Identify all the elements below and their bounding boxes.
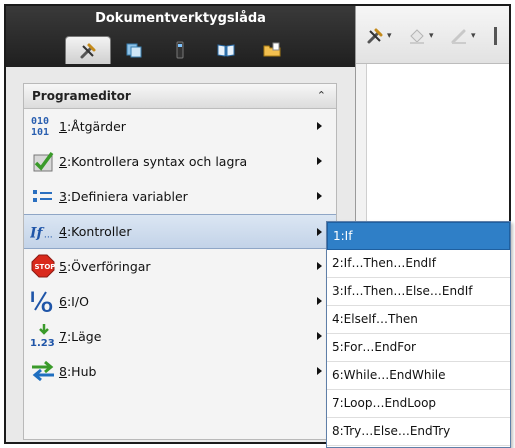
- submenu-item-if[interactable]: 1:If: [327, 222, 510, 250]
- tab-tools[interactable]: [65, 36, 111, 64]
- mode-icon: 1.23: [30, 324, 56, 349]
- menu-item-label: 6:I/O: [59, 293, 89, 309]
- hub-icon: [30, 359, 56, 383]
- check-syntax-icon: [30, 149, 56, 173]
- submenu-arrow-icon: [317, 192, 322, 200]
- tools-icon: [80, 43, 96, 58]
- svg-text:101: 101: [31, 127, 49, 137]
- menu-item-label: 2:Kontrollera syntax och lagra: [59, 153, 248, 169]
- more-icon: [494, 27, 497, 45]
- chevron-down-icon: ▾: [429, 31, 434, 41]
- menu-item-define-variables[interactable]: 3:Definiera variabler: [24, 179, 336, 214]
- svg-text:010: 010: [31, 116, 49, 127]
- controls-submenu: 1:If 2:If…Then…EndIf 3:If…Then…Else…EndI…: [326, 221, 511, 448]
- menu-item-label: 8:Hub: [59, 363, 97, 379]
- paint-bucket-icon: [410, 29, 424, 44]
- submenu-item-for-endfor[interactable]: 5:For…EndFor: [327, 334, 510, 362]
- section-title: Programeditor: [32, 89, 131, 103]
- io-icon: I O: [30, 289, 56, 314]
- menu-item-controls[interactable]: If ... 4:Kontroller: [24, 214, 336, 249]
- svg-text:O: O: [41, 300, 53, 314]
- binary-icon: 010 101: [30, 114, 56, 138]
- program-editor-section: Programeditor ⌃ 010 101 1:Åtgärder 2:Kon…: [23, 83, 337, 440]
- menu-item-io[interactable]: I O 6:I/O: [24, 284, 336, 319]
- collapse-icon[interactable]: ⌃: [317, 89, 326, 102]
- stop-icon: STOP: [30, 254, 56, 278]
- book-icon: [217, 44, 235, 57]
- if-control-icon: If ...: [30, 220, 56, 244]
- svg-text:...: ...: [44, 229, 53, 240]
- toolbar-more-button[interactable]: [494, 26, 497, 46]
- menu-item-mode[interactable]: 1.23 7:Läge: [24, 319, 336, 354]
- calculator-icon: [176, 41, 184, 59]
- pencil-icon: [451, 29, 466, 44]
- submenu-item-if-then-else-endif[interactable]: 3:If…Then…Else…EndIf: [327, 278, 510, 306]
- submenu-item-elseif-then[interactable]: 4:ElseIf…Then: [327, 306, 510, 334]
- menu-item-actions[interactable]: 010 101 1:Åtgärder: [24, 109, 336, 144]
- svg-text:If: If: [30, 225, 45, 241]
- program-editor-menu: 010 101 1:Åtgärder 2:Kontrollera syntax …: [24, 109, 336, 389]
- menu-item-label: 1:Åtgärder: [59, 118, 126, 134]
- submenu-item-try-else-endtry[interactable]: 8:Try…Else…EndTry: [327, 418, 510, 446]
- menu-item-label: 4:Kontroller: [59, 224, 132, 239]
- document-toolbar: ▾ ▾ ▾: [356, 6, 509, 64]
- menu-item-label: 7:Läge: [59, 328, 102, 344]
- define-variables-icon: [30, 184, 56, 208]
- menu-item-label: 3:Definiera variabler: [59, 188, 188, 204]
- catalog-icon: [126, 43, 142, 58]
- submenu-arrow-icon: [317, 332, 322, 340]
- tab-book[interactable]: [203, 36, 249, 64]
- submenu-item-loop-endloop[interactable]: 7:Loop…EndLoop: [327, 390, 510, 418]
- line-color-dropdown-button[interactable]: ▾: [450, 26, 476, 46]
- document-toolbox: Dokumentverktygslåda Programeditor ⌃ 010…: [6, 6, 356, 442]
- svg-text:1.23: 1.23: [30, 338, 55, 349]
- menu-item-label: 5:Överföringar: [59, 258, 151, 274]
- menu-item-hub[interactable]: 8:Hub: [24, 354, 336, 389]
- menu-item-transfers[interactable]: STOP 5:Överföringar: [24, 249, 336, 284]
- submenu-arrow-icon: [317, 367, 322, 375]
- submenu-arrow-icon: [317, 157, 322, 165]
- submenu-item-if-then-endif[interactable]: 2:If…Then…EndIf: [327, 250, 510, 278]
- toolbox-title: Dokumentverktygslåda: [95, 11, 266, 26]
- tools-dropdown-button[interactable]: ▾: [366, 26, 392, 46]
- section-header[interactable]: Programeditor ⌃: [24, 84, 336, 109]
- submenu-arrow-icon: [317, 122, 322, 130]
- submenu-item-while-endwhile[interactable]: 6:While…EndWhile: [327, 362, 510, 390]
- submenu-arrow-icon: [317, 297, 322, 305]
- chevron-down-icon: ▾: [387, 31, 392, 41]
- folder-icon: [263, 42, 281, 57]
- submenu-arrow-icon: [317, 228, 322, 236]
- menu-item-check-syntax[interactable]: 2:Kontrollera syntax och lagra: [24, 144, 336, 179]
- tools-icon: [367, 28, 383, 44]
- fill-color-dropdown-button[interactable]: ▾: [408, 26, 434, 46]
- tab-folder[interactable]: [249, 36, 295, 64]
- svg-text:STOP: STOP: [35, 263, 56, 271]
- chevron-down-icon: ▾: [471, 31, 476, 41]
- submenu-arrow-icon: [317, 262, 322, 270]
- svg-text:I: I: [30, 290, 35, 306]
- tab-calculator[interactable]: [157, 36, 203, 64]
- toolbox-header: Dokumentverktygslåda: [6, 6, 355, 67]
- toolbox-tabs: [65, 36, 297, 64]
- tab-catalog[interactable]: [111, 36, 157, 64]
